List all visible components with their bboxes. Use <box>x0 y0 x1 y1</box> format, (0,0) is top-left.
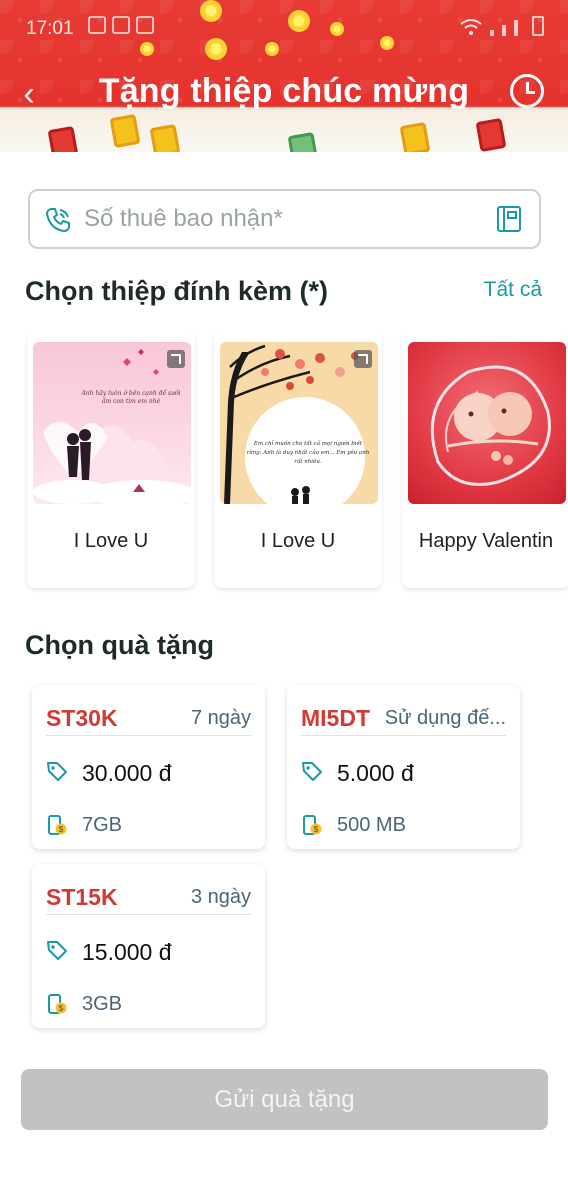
expand-icon[interactable] <box>167 350 185 368</box>
lantern-decoration <box>399 121 431 152</box>
mobile-data-icon: $ <box>303 815 322 835</box>
package-data: 500 MB <box>337 814 406 836</box>
package-price: 5.000 đ <box>337 760 414 786</box>
see-all-link[interactable]: Tất cả <box>484 278 542 302</box>
package-code: ST30K <box>46 705 118 731</box>
card-section-title: Chọn thiệp đính kèm (*) <box>25 276 328 306</box>
divider <box>46 735 251 736</box>
recipient-phone-input[interactable] <box>84 199 484 239</box>
app-header: 17:01 ‹ Tặng thiệp chúc mừng <box>0 0 568 152</box>
divider <box>46 914 251 915</box>
status-time: 17:01 <box>26 18 74 39</box>
lantern-decoration <box>109 113 141 149</box>
package-data: 3GB <box>82 993 123 1015</box>
signal-bar <box>490 30 494 36</box>
card-image-caption: Anh hãy luôn ở bên cạnh để sưởi ấm con t… <box>81 390 181 405</box>
system-indicators <box>460 16 544 36</box>
card-label: Happy Valentin <box>418 530 554 552</box>
mobile-data-icon: $ <box>48 815 67 835</box>
mobile-data-icon: $ <box>48 994 67 1014</box>
signal-bar <box>514 20 518 36</box>
expand-icon[interactable] <box>354 350 372 368</box>
status-bar: 17:01 <box>0 0 568 56</box>
notification-icons <box>88 16 154 34</box>
card-image <box>408 342 566 504</box>
package-data: 7GB <box>82 814 123 836</box>
send-gift-button[interactable]: Gửi quà tặng <box>21 1069 548 1130</box>
price-tag-icon <box>47 941 67 960</box>
clock-history-icon[interactable] <box>510 74 544 108</box>
price-tag-icon <box>47 762 67 781</box>
gift-section-title: Chọn quà tặng <box>25 630 214 660</box>
lantern-decoration <box>287 131 319 152</box>
greeting-card[interactable]: Happy Valentin <box>402 332 568 588</box>
divider <box>301 735 506 736</box>
card-carousel[interactable]: Anh hãy luôn ở bên cạnh để sưởi ấm con t… <box>0 332 568 594</box>
card-label: I Love U <box>260 530 336 552</box>
card-image: Em chỉ muốn cho tất cả mọi người biết rằ… <box>220 342 378 504</box>
gallery-notification-icon <box>88 16 106 34</box>
gift-package-card[interactable]: MI5DT Sử dụng đế... 5.000 đ $ 500 MB <box>287 685 520 849</box>
lantern-decoration <box>47 125 79 152</box>
phone-call-icon <box>46 208 70 232</box>
svg-text:$: $ <box>314 825 319 834</box>
app-notification-icon <box>112 16 130 34</box>
package-duration: Sử dụng đế... <box>384 707 506 729</box>
card-image: Anh hãy luôn ở bên cạnh để sưởi ấm con t… <box>33 342 191 504</box>
card-image-caption: Em chỉ muốn cho tất cả mọi người biết rằ… <box>246 441 370 465</box>
svg-text:$: $ <box>59 1004 64 1013</box>
page-title: Tặng thiệp chúc mừng <box>98 72 470 110</box>
battery-icon <box>532 16 544 36</box>
package-price: 15.000 đ <box>82 939 172 965</box>
package-duration: 3 ngày <box>190 886 251 908</box>
package-price: 30.000 đ <box>82 760 172 786</box>
package-duration: 7 ngày <box>190 707 251 729</box>
recipient-phone-field[interactable] <box>28 189 541 249</box>
lantern-decoration <box>149 123 181 152</box>
svg-text:$: $ <box>59 825 64 834</box>
package-code: MI5DT <box>301 705 370 731</box>
wifi-icon <box>460 19 482 35</box>
greeting-card[interactable]: Em chỉ muốn cho tất cả mọi người biết rằ… <box>214 332 382 588</box>
send-notification-icon <box>136 16 154 34</box>
valentine-birds-illustration <box>430 365 551 486</box>
package-code: ST15K <box>46 884 118 910</box>
card-label: I Love U <box>73 530 149 552</box>
signal-bar <box>502 25 506 36</box>
greeting-card[interactable]: Anh hãy luôn ở bên cạnh để sưởi ấm con t… <box>27 332 195 588</box>
contact-book-icon[interactable] <box>495 205 523 233</box>
price-tag-icon <box>302 762 322 781</box>
gift-package-card[interactable]: ST15K 3 ngày 15.000 đ $ 3GB <box>32 864 265 1028</box>
gift-package-card[interactable]: ST30K 7 ngày 30.000 đ $ 7GB <box>32 685 265 849</box>
lantern-decoration <box>475 117 507 152</box>
